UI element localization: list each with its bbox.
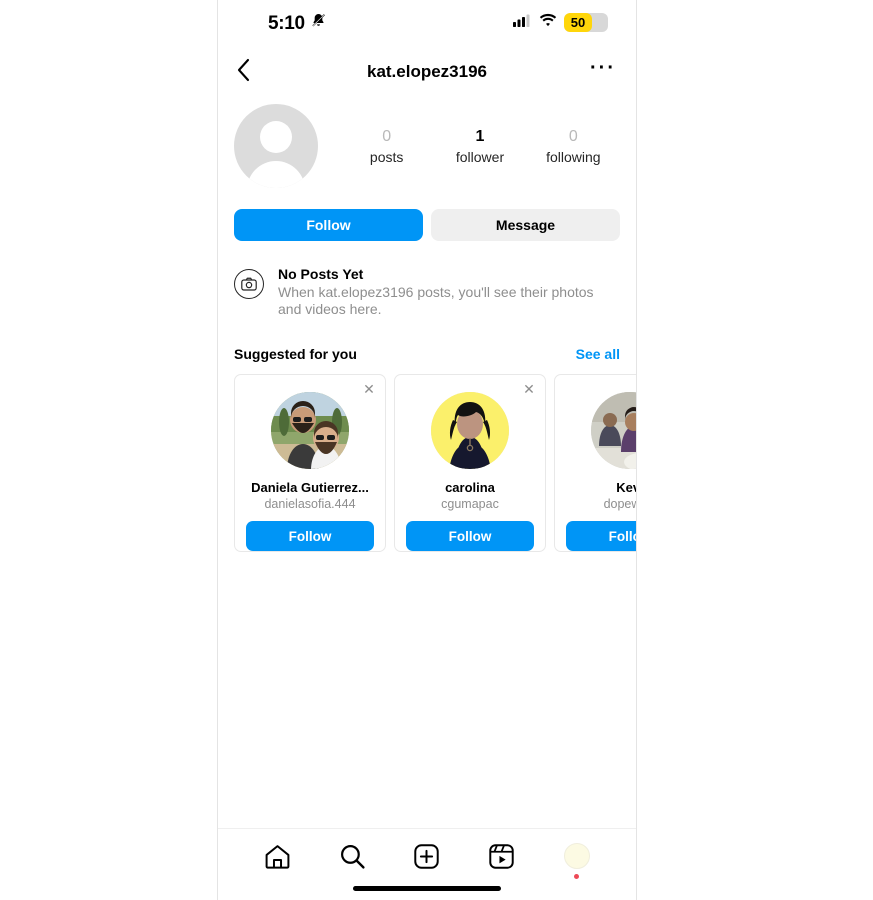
- create-post-icon: [413, 843, 440, 875]
- battery-level: 50: [570, 15, 586, 30]
- stat-followers-count: 1: [475, 127, 485, 145]
- status-bar: 5:10 50: [218, 0, 636, 46]
- stat-followers[interactable]: 1 follower: [451, 126, 509, 167]
- suggested-name: carolina: [445, 480, 495, 496]
- screenshot-canvas: 5:10 50 kat.elopez3196 ··· 0 posts 1 fol…: [0, 0, 873, 900]
- empty-state-title: No Posts Yet: [278, 266, 364, 282]
- message-button[interactable]: Message: [431, 209, 620, 241]
- suggested-avatar[interactable]: [431, 392, 509, 470]
- suggested-follow-button[interactable]: Follow: [246, 521, 374, 551]
- suggested-avatar[interactable]: [591, 392, 636, 470]
- suggested-name: Daniela Gutierrez...: [251, 480, 369, 496]
- stat-posts-count: 0: [382, 127, 392, 145]
- tab-home[interactable]: [240, 843, 315, 875]
- profile-actions: Follow Message: [218, 188, 636, 241]
- suggested-card[interactable]: ✕ carolina cgumapac Follow: [394, 374, 546, 552]
- stat-followers-label: follower: [455, 148, 505, 165]
- avatar-body-shape: [247, 161, 305, 188]
- follow-button[interactable]: Follow: [234, 209, 423, 241]
- suggested-card[interactable]: ✕: [234, 374, 386, 552]
- stat-following[interactable]: 0 following: [544, 126, 602, 167]
- more-options-icon[interactable]: ···: [588, 57, 618, 87]
- status-bar-right: 50: [513, 13, 608, 32]
- back-button[interactable]: [236, 55, 270, 89]
- home-icon: [264, 843, 291, 875]
- tab-search[interactable]: [315, 843, 390, 875]
- empty-state-description: When kat.elopez3196 posts, you'll see th…: [278, 284, 594, 317]
- tab-profile[interactable]: [539, 843, 614, 879]
- page-title: kat.elopez3196: [366, 62, 487, 81]
- empty-state-text: No Posts Yet When kat.elopez3196 posts, …: [278, 265, 620, 318]
- phone-viewport: 5:10 50 kat.elopez3196 ··· 0 posts 1 fol…: [217, 0, 637, 900]
- reels-icon: [488, 843, 515, 875]
- profile-header-bar: kat.elopez3196 ···: [218, 46, 636, 98]
- profile-stats: 0 posts 1 follower 0 following: [318, 126, 620, 167]
- suggested-avatar[interactable]: [271, 392, 349, 470]
- search-icon: [339, 843, 366, 875]
- notification-dot: [574, 874, 580, 879]
- wifi-icon: [539, 13, 557, 32]
- tab-reels[interactable]: [464, 843, 539, 875]
- status-bar-left: 5:10: [268, 12, 327, 34]
- cellular-signal-icon: [513, 13, 532, 32]
- bell-slash-icon: [310, 12, 327, 34]
- suggested-follow-button[interactable]: Follow: [406, 521, 534, 551]
- suggested-header: Suggested for you See all: [218, 318, 636, 362]
- see-all-link[interactable]: See all: [576, 346, 620, 362]
- battery-indicator: 50: [564, 13, 608, 32]
- suggested-cards-row[interactable]: ✕ Daniela Gutierrez... danielasofia.444 …: [218, 362, 636, 552]
- suggested-card[interactable]: ✕: [554, 374, 636, 552]
- stat-following-count: 0: [568, 127, 578, 145]
- suggested-title: Suggested for you: [234, 346, 357, 362]
- tab-create[interactable]: [390, 843, 465, 875]
- stat-posts-label: posts: [369, 148, 404, 165]
- close-icon[interactable]: ✕: [521, 381, 537, 397]
- chevron-left-icon: [236, 58, 251, 87]
- stat-following-label: following: [546, 148, 601, 165]
- profile-summary: 0 posts 1 follower 0 following: [218, 98, 636, 188]
- suggested-username: dopewish: [603, 497, 636, 512]
- suggested-username: danielasofia.444: [264, 497, 356, 512]
- profile-avatar-icon: [563, 843, 590, 869]
- close-icon[interactable]: ✕: [361, 381, 377, 397]
- default-user-avatar-icon: [260, 121, 292, 153]
- home-indicator: [353, 886, 501, 891]
- camera-icon: [234, 269, 264, 299]
- profile-avatar[interactable]: [234, 104, 318, 188]
- status-time: 5:10: [268, 12, 305, 34]
- suggested-username: cgumapac: [441, 497, 499, 512]
- suggested-name: Kevi: [616, 480, 636, 496]
- stat-posts[interactable]: 0 posts: [358, 126, 416, 167]
- suggested-follow-button[interactable]: Follow: [566, 521, 636, 551]
- battery-fill: 50: [564, 13, 592, 32]
- empty-state: No Posts Yet When kat.elopez3196 posts, …: [218, 241, 636, 318]
